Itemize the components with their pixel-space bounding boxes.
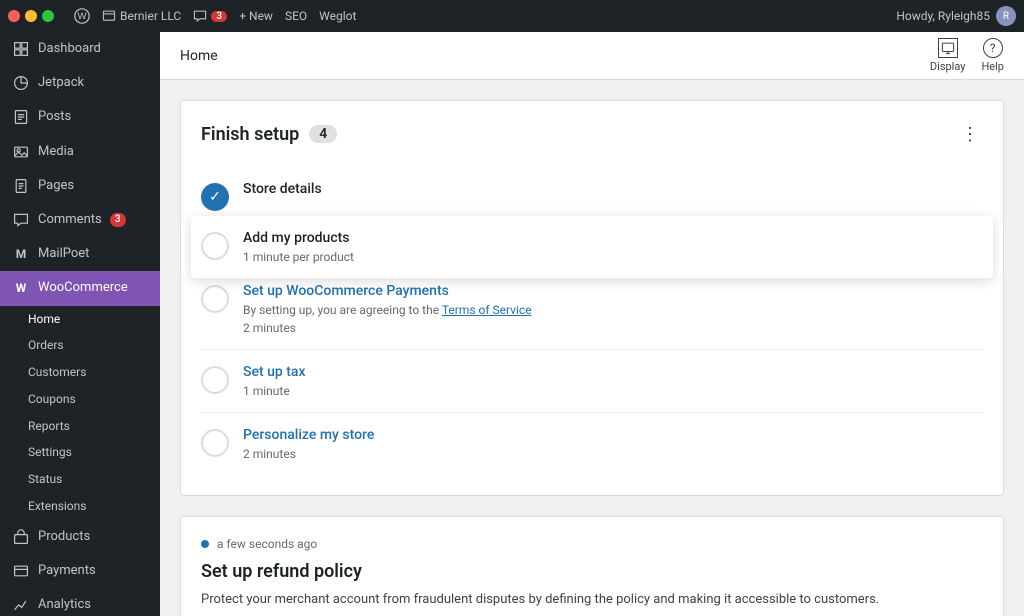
media-icon xyxy=(12,143,30,161)
sidebar-item-posts[interactable]: Posts xyxy=(0,100,160,134)
add-products-content: Add my products 1 minute per product xyxy=(243,230,983,264)
weglot-bar-item[interactable]: Weglot xyxy=(319,9,356,23)
check-todo-icon xyxy=(201,232,229,260)
payments-icon xyxy=(12,562,30,580)
tax-content: Set up tax 1 minute xyxy=(243,364,983,398)
check-todo-personalize xyxy=(201,429,229,457)
sidebar-item-woo-home[interactable]: Home xyxy=(28,306,160,333)
avatar[interactable]: R xyxy=(996,6,1016,26)
woo-payments-subtitle: By setting up, you are agreeing to the T… xyxy=(243,303,983,317)
analytics-icon xyxy=(12,596,30,614)
jetpack-icon xyxy=(12,74,30,92)
dashboard-icon xyxy=(12,40,30,58)
more-options-button[interactable]: ⋮ xyxy=(957,121,983,147)
check-done-icon: ✓ xyxy=(201,183,229,211)
setup-item-woo-payments: Set up WooCommerce Payments By setting u… xyxy=(201,269,983,350)
store-details-label: Store details xyxy=(243,181,983,197)
mailpoet-icon: M xyxy=(12,245,30,263)
notif-time: a few seconds ago xyxy=(217,537,317,551)
notif-meta: a few seconds ago xyxy=(201,537,983,551)
comments-bar-item[interactable]: 3 xyxy=(193,9,227,23)
setup-item-tax: Set up tax 1 minute xyxy=(201,350,983,413)
sidebar-item-woo-extensions[interactable]: Extensions xyxy=(28,493,160,520)
window-controls xyxy=(8,10,54,22)
sidebar-item-woo-status[interactable]: Status xyxy=(28,466,160,493)
products-icon xyxy=(12,528,30,546)
sidebar-item-jetpack[interactable]: Jetpack xyxy=(0,66,160,100)
howdy-text: Howdy, Ryleigh85 xyxy=(896,9,990,23)
notif-title: Set up refund policy xyxy=(201,561,983,582)
tax-time: 1 minute xyxy=(243,384,983,398)
woo-payments-link[interactable]: Set up WooCommerce Payments xyxy=(243,283,449,299)
personalize-label[interactable]: Personalize my store xyxy=(243,427,983,443)
personalize-link[interactable]: Personalize my store xyxy=(243,427,374,443)
notification-card: a few seconds ago Set up refund policy P… xyxy=(180,516,1004,616)
setup-count: 4 xyxy=(309,125,337,143)
woocommerce-icon: W xyxy=(12,279,30,297)
sidebar-item-mailpoet[interactable]: M MailPoet xyxy=(0,237,160,271)
sidebar-item-dashboard[interactable]: Dashboard xyxy=(0,32,160,66)
sidebar-item-woo-settings[interactable]: Settings xyxy=(28,439,160,466)
display-button[interactable]: Display xyxy=(930,38,966,73)
wp-logo[interactable]: W xyxy=(74,8,90,24)
notif-description: Protect your merchant account from fraud… xyxy=(201,590,983,610)
sidebar-item-woo-reports[interactable]: Reports xyxy=(28,413,160,440)
admin-bar: W Bernier LLC 3 + New SEO Weglot Howdy, … xyxy=(0,0,1024,32)
setup-title: Finish setup 4 xyxy=(201,124,337,145)
personalize-time: 2 minutes xyxy=(243,447,983,461)
minimize-button[interactable] xyxy=(25,10,37,22)
content-area: Finish setup 4 ⋮ ✓ Store details xyxy=(160,80,1024,616)
add-products-time: 1 minute per product xyxy=(243,250,983,264)
sidebar-item-payments[interactable]: Payments xyxy=(0,554,160,588)
site-name[interactable]: Bernier LLC xyxy=(102,9,181,23)
woo-payments-label[interactable]: Set up WooCommerce Payments xyxy=(243,283,983,299)
pages-icon xyxy=(12,177,30,195)
tax-label[interactable]: Set up tax xyxy=(243,364,983,380)
main-content: Home Display ? Help Fi xyxy=(160,32,1024,616)
sidebar-item-woo-customers[interactable]: Customers xyxy=(28,359,160,386)
terms-of-service-link[interactable]: Terms of Service xyxy=(442,303,532,317)
content-toolbar: Home Display ? Help xyxy=(160,32,1024,80)
toolbar-actions: Display ? Help xyxy=(930,38,1004,73)
close-button[interactable] xyxy=(8,10,20,22)
help-button[interactable]: ? Help xyxy=(981,38,1004,73)
posts-icon xyxy=(12,108,30,126)
woo-payments-time: 2 minutes xyxy=(243,321,983,335)
sidebar-item-comments[interactable]: Comments 3 xyxy=(0,203,160,237)
setup-item-personalize: Personalize my store 2 minutes xyxy=(201,413,983,475)
sidebar-item-media[interactable]: Media xyxy=(0,135,160,169)
sidebar-item-pages[interactable]: Pages xyxy=(0,169,160,203)
check-todo-woo-payments xyxy=(201,285,229,313)
layout: Dashboard Jetpack Posts Media Pages xyxy=(0,32,1024,616)
display-icon xyxy=(938,38,958,58)
setup-header: Finish setup 4 ⋮ xyxy=(201,121,983,147)
tax-link[interactable]: Set up tax xyxy=(243,364,306,380)
svg-text:W: W xyxy=(77,11,87,22)
comments-icon xyxy=(12,211,30,229)
sidebar: Dashboard Jetpack Posts Media Pages xyxy=(0,32,160,616)
page-title: Home xyxy=(180,48,218,64)
maximize-button[interactable] xyxy=(42,10,54,22)
setup-item-add-products: Add my products 1 minute per product xyxy=(191,216,993,279)
help-icon: ? xyxy=(983,38,1003,58)
notif-dot xyxy=(201,540,209,548)
woo-payments-content: Set up WooCommerce Payments By setting u… xyxy=(243,283,983,335)
seo-bar-item[interactable]: SEO xyxy=(285,9,307,23)
setup-card: Finish setup 4 ⋮ ✓ Store details xyxy=(180,100,1004,496)
howdy-section: Howdy, Ryleigh85 R xyxy=(896,6,1016,26)
personalize-content: Personalize my store 2 minutes xyxy=(243,427,983,461)
woo-submenu: Home Orders Customers Coupons Reports Se… xyxy=(0,306,160,520)
new-bar-item[interactable]: + New xyxy=(239,9,273,23)
sidebar-item-woo-coupons[interactable]: Coupons xyxy=(28,386,160,413)
add-products-label: Add my products xyxy=(243,230,983,246)
sidebar-item-analytics[interactable]: Analytics xyxy=(0,588,160,616)
sidebar-item-woo-orders[interactable]: Orders xyxy=(28,332,160,359)
sidebar-item-products[interactable]: Products xyxy=(0,520,160,554)
store-details-content: Store details xyxy=(243,181,983,201)
check-todo-tax xyxy=(201,366,229,394)
sidebar-item-woocommerce[interactable]: W WooCommerce xyxy=(0,271,160,305)
